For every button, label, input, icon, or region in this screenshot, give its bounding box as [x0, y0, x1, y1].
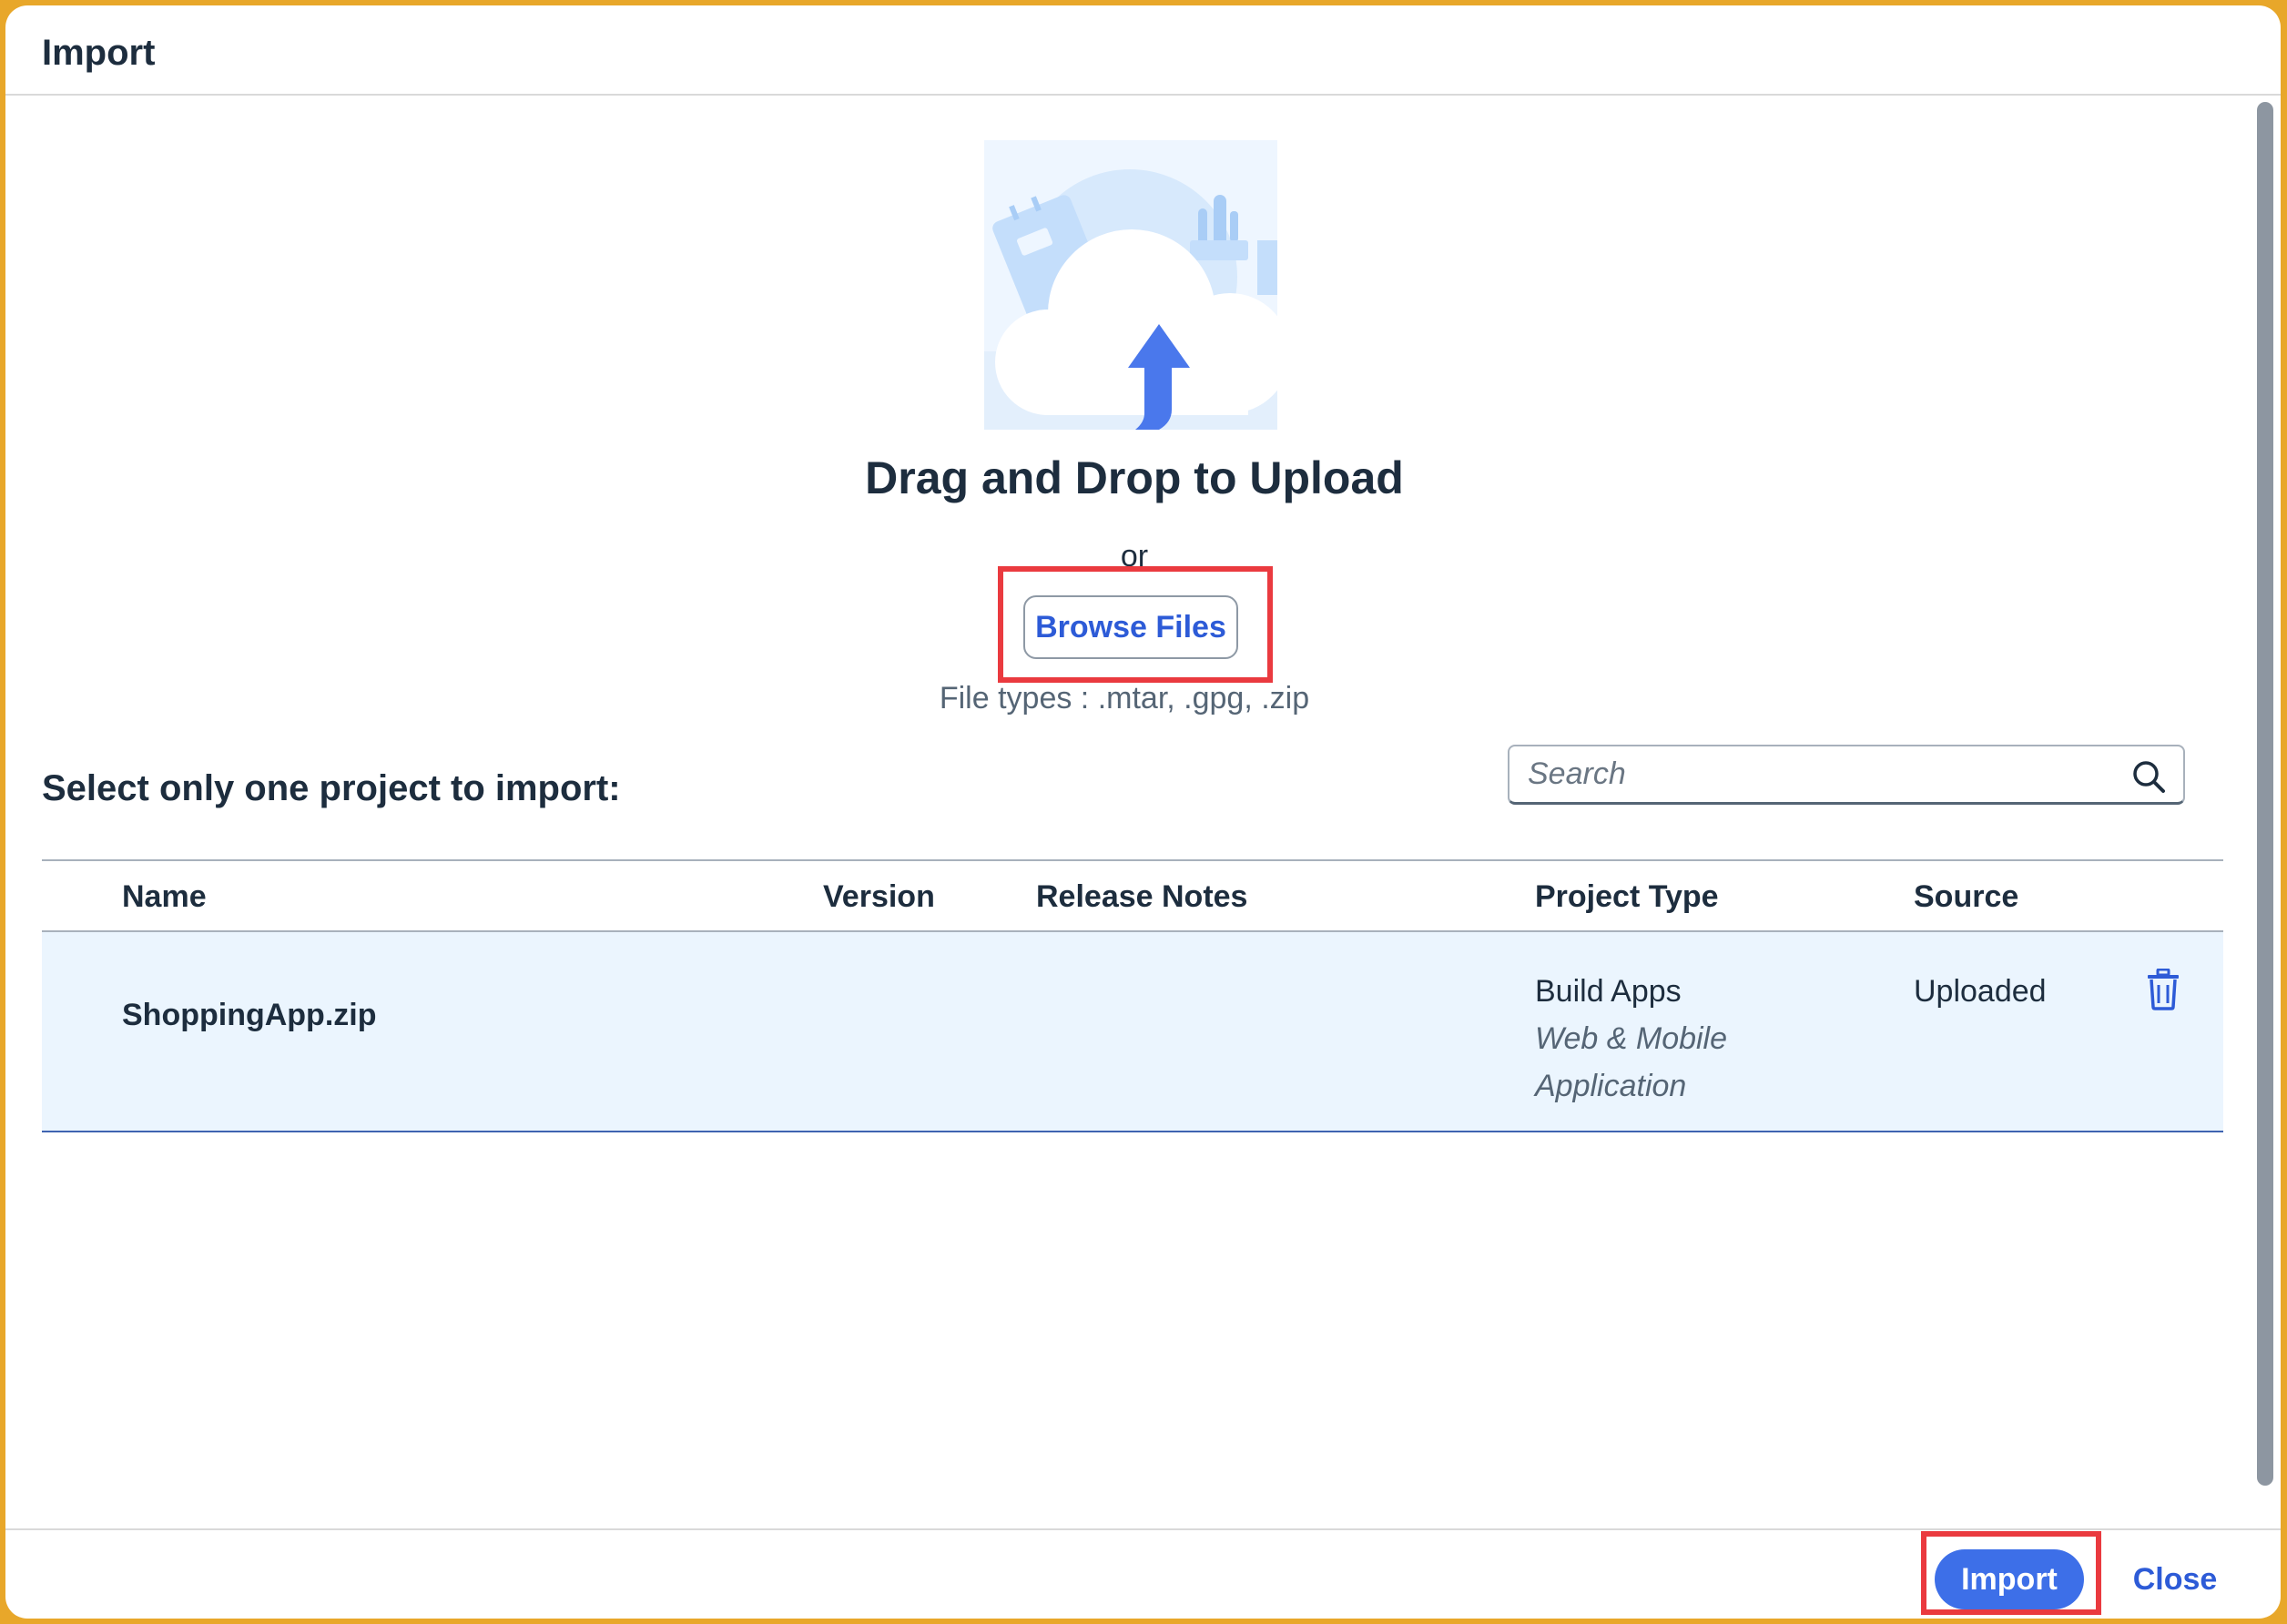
column-header-version[interactable]: Version — [823, 879, 935, 915]
projects-table: Name Version Release Notes Project Type … — [42, 859, 2223, 1132]
search-icon[interactable] — [2130, 758, 2167, 795]
dialog-header: Import — [5, 5, 2281, 96]
highlight-box-browse — [998, 566, 1273, 683]
row-project-subtype-line1: Web & Mobile — [1535, 1021, 1728, 1056]
search-input[interactable] — [1509, 746, 2092, 802]
dialog-title: Import — [42, 33, 156, 73]
table-header: Name Version Release Notes Project Type … — [42, 859, 2223, 932]
file-types-hint: File types : .mtar, .gpg, .zip — [939, 681, 1310, 716]
column-header-name[interactable]: Name — [122, 879, 207, 915]
highlight-box-import — [1921, 1531, 2101, 1615]
row-name: ShoppingApp.zip — [122, 998, 377, 1032]
close-button[interactable]: Close — [2116, 1549, 2234, 1609]
column-header-project-type[interactable]: Project Type — [1535, 879, 1719, 915]
column-header-source[interactable]: Source — [1914, 879, 2018, 915]
row-source: Uploaded — [1914, 974, 2047, 1009]
search-field — [1508, 745, 2185, 805]
column-header-release-notes[interactable]: Release Notes — [1036, 879, 1247, 915]
vertical-scrollbar[interactable] — [2257, 102, 2273, 1486]
table-row[interactable]: ShoppingApp.zip Build Apps Web & Mobile … — [42, 932, 2223, 1132]
trash-icon[interactable] — [2145, 969, 2181, 1010]
row-project-type: Build Apps — [1535, 974, 1682, 1009]
cloud-upload-illustration — [984, 140, 1277, 430]
import-dialog: Import Drag and Drop to Upload or Browse… — [5, 5, 2281, 1619]
selection-label: Select only one project to import: — [42, 768, 621, 808]
upload-title: Drag and Drop to Upload — [865, 452, 1404, 503]
row-project-subtype-line2: Application — [1535, 1069, 1687, 1103]
